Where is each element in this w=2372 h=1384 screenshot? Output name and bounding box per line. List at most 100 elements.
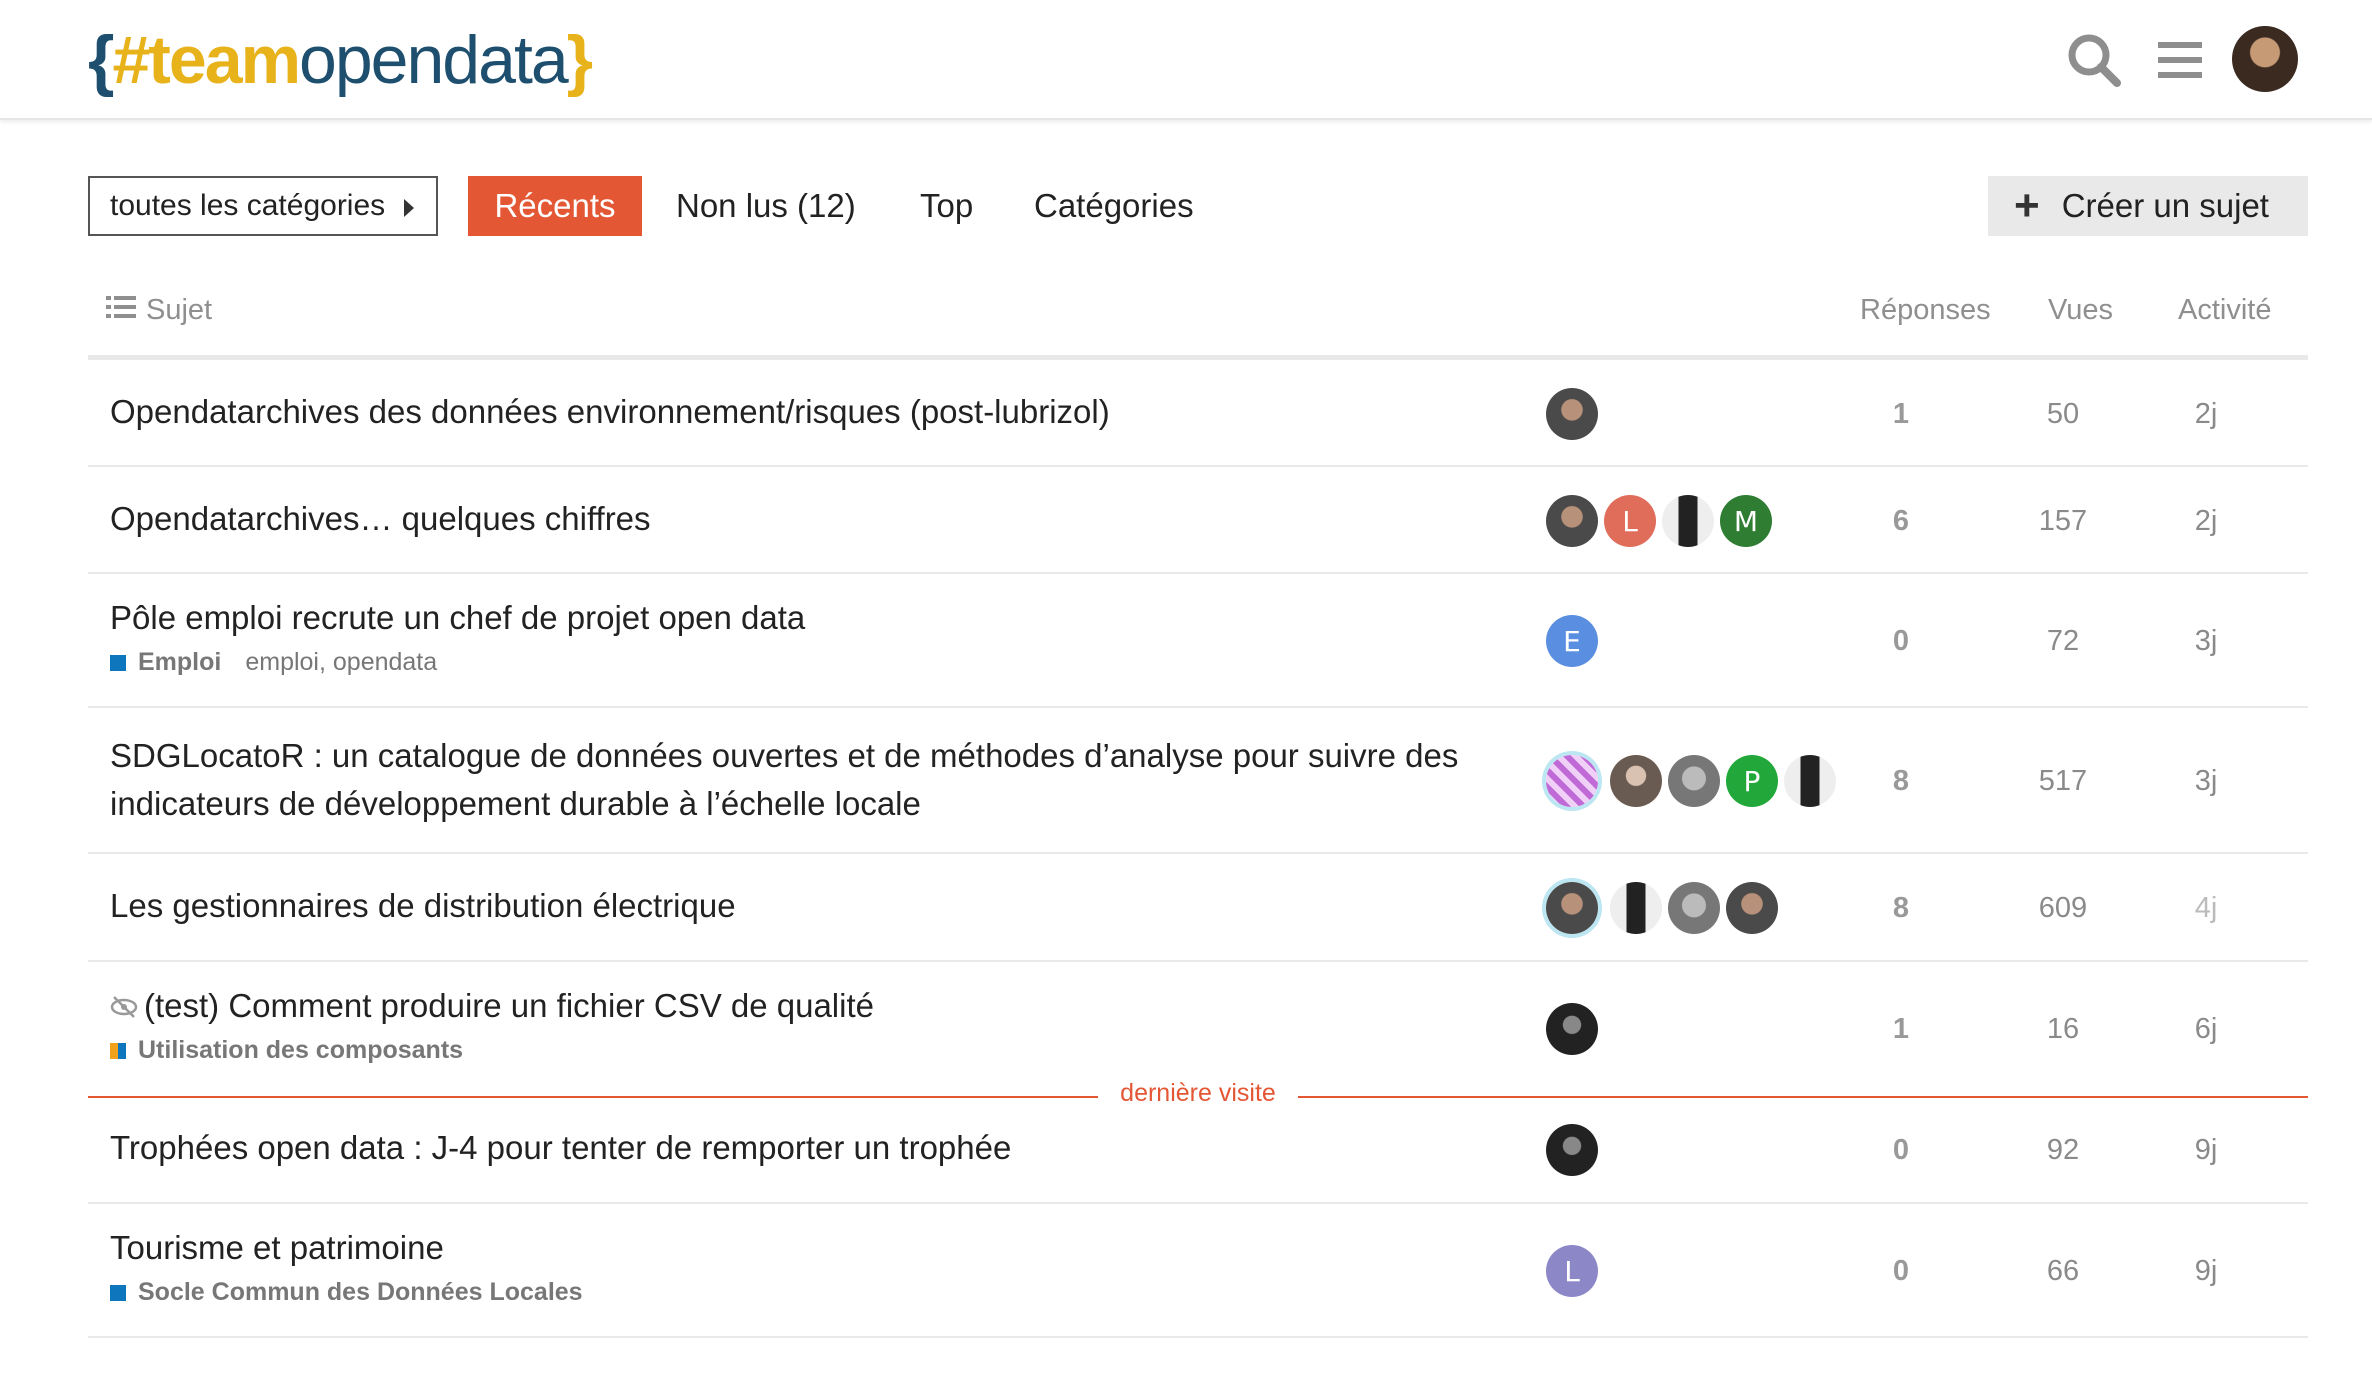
logo-brace-close: }	[566, 22, 594, 98]
poster-avatar[interactable]	[1546, 495, 1598, 547]
topic-meta: Utilisation des composants	[110, 1036, 487, 1065]
poster-avatar[interactable]	[1546, 1003, 1598, 1055]
topic-title[interactable]: Opendatarchives des données environnemen…	[110, 388, 1110, 436]
topic-replies: 6	[1892, 505, 1910, 537]
topic-posters	[1546, 388, 1604, 440]
poster-avatar[interactable]: P	[1726, 755, 1778, 807]
category-link[interactable]: Utilisation des composants	[138, 1036, 463, 1065]
poster-avatar[interactable]	[1726, 882, 1778, 934]
topic-row[interactable]: Trophées open data : J-4 pour tenter de …	[88, 1096, 2308, 1204]
topic-meta: Socle Commun des Données Locales	[110, 1278, 607, 1307]
logo-hash-team: #team	[112, 22, 301, 98]
unlisted-eye-slash-icon	[110, 984, 138, 1032]
topic-title[interactable]: Les gestionnaires de distribution électr…	[110, 882, 736, 930]
logo-opendata: opendata	[299, 22, 569, 98]
site-logo[interactable]: {#team opendata}	[88, 16, 594, 104]
poster-avatar[interactable]	[1610, 882, 1662, 934]
poster-avatar[interactable]: L	[1546, 1245, 1598, 1297]
topic-posters: L	[1546, 1245, 1604, 1297]
topic-replies: 0	[1892, 1134, 1910, 1166]
column-header-subject[interactable]: Sujet	[106, 294, 212, 327]
topic-title-line1: SDGLocatoR : un catalogue de données ouv…	[110, 737, 1459, 774]
create-topic-button[interactable]: + Créer un sujet	[1988, 176, 2308, 236]
topic-replies: 0	[1892, 625, 1910, 657]
topic-activity[interactable]: 9j	[2146, 1134, 2266, 1167]
topic-title[interactable]: SDGLocatoR : un catalogue de données ouv…	[110, 732, 1458, 828]
topic-activity[interactable]: 3j	[2146, 625, 2266, 658]
topic-meta: Emploi emploi, opendata	[110, 648, 437, 677]
site-header: {#team opendata}	[0, 0, 2372, 120]
poster-avatar[interactable]	[1546, 388, 1598, 440]
topic-activity[interactable]: 2j	[2146, 505, 2266, 538]
topic-views: 92	[2046, 1134, 2080, 1166]
create-topic-label: Créer un sujet	[2061, 187, 2269, 224]
poster-avatar[interactable]	[1668, 755, 1720, 807]
hamburger-menu-icon[interactable]	[2148, 28, 2212, 92]
topic-activity[interactable]: 4j	[2146, 892, 2266, 925]
topic-list-nav: toutes les catégories Récents Non lus (1…	[88, 176, 2308, 236]
column-header-activity[interactable]: Activité	[2178, 294, 2271, 327]
topic-activity[interactable]: 6j	[2146, 1013, 2266, 1046]
poster-avatar[interactable]	[1784, 755, 1836, 807]
topic-title[interactable]: Pôle emploi recrute un chef de projet op…	[110, 594, 805, 642]
topic-posters	[1546, 1124, 1604, 1176]
topic-row[interactable]: Les gestionnaires de distribution électr…	[88, 854, 2308, 962]
category-dropdown[interactable]: toutes les catégories	[88, 176, 438, 236]
topic-row[interactable]: Pôle emploi recrute un chef de projet op…	[88, 574, 2308, 708]
topic-title-text: (test) Comment produire un fichier CSV d…	[144, 987, 874, 1024]
topic-activity[interactable]: 3j	[2146, 765, 2266, 798]
topic-title-line2: indicateurs de développement durable à l…	[110, 785, 921, 822]
user-avatar[interactable]	[2232, 26, 2298, 92]
topic-views: 66	[2046, 1255, 2080, 1287]
search-icon[interactable]	[2062, 28, 2126, 92]
logo-brace-open: {	[88, 22, 115, 98]
topic-views: 16	[2046, 1013, 2080, 1045]
poster-avatar[interactable]: M	[1720, 495, 1772, 547]
column-header-views[interactable]: Vues	[2048, 294, 2113, 327]
topic-row[interactable]: Opendatarchives… quelques chiffres L M 6…	[88, 467, 2308, 574]
category-dropdown-label: toutes les catégories	[110, 189, 386, 222]
topic-tags[interactable]: emploi, opendata	[245, 648, 437, 677]
poster-avatar[interactable]	[1610, 755, 1662, 807]
column-header-replies[interactable]: Réponses	[1860, 294, 1991, 327]
topic-views: 517	[2038, 765, 2088, 797]
topic-views: 50	[2046, 398, 2080, 430]
topic-views: 72	[2046, 625, 2080, 657]
topic-title[interactable]: (test) Comment produire un fichier CSV d…	[110, 982, 874, 1032]
poster-avatar[interactable]	[1546, 755, 1598, 807]
poster-avatar[interactable]	[1668, 882, 1720, 934]
poster-avatar[interactable]	[1546, 1124, 1598, 1176]
list-icon	[106, 294, 136, 327]
topic-replies: 1	[1892, 398, 1910, 430]
topic-list-header: Sujet Réponses Vues Activité	[88, 280, 2308, 360]
tab-unread[interactable]: Non lus (12)	[676, 176, 856, 236]
topic-posters: E	[1546, 615, 1604, 667]
topic-title[interactable]: Trophées open data : J-4 pour tenter de …	[110, 1124, 1011, 1172]
tab-categories[interactable]: Catégories	[1034, 176, 1194, 236]
topic-row[interactable]: (test) Comment produire un fichier CSV d…	[88, 962, 2308, 1096]
tab-recents[interactable]: Récents	[468, 176, 642, 236]
topic-activity[interactable]: 2j	[2146, 398, 2266, 431]
topic-row[interactable]: SDGLocatoR : un catalogue de données ouv…	[88, 708, 2308, 854]
topic-title[interactable]: Tourisme et patrimoine	[110, 1224, 444, 1272]
topic-title[interactable]: Opendatarchives… quelques chiffres	[110, 495, 651, 543]
topic-row[interactable]: Tourisme et patrimoine Socle Commun des …	[88, 1204, 2308, 1338]
topic-posters	[1546, 882, 1784, 934]
poster-avatar[interactable]: L	[1604, 495, 1656, 547]
poster-avatar[interactable]: E	[1546, 615, 1598, 667]
topic-activity[interactable]: 9j	[2146, 1255, 2266, 1288]
topic-posters: L M	[1546, 495, 1778, 547]
category-link[interactable]: Socle Commun des Données Locales	[138, 1278, 583, 1307]
topic-replies: 8	[1892, 765, 1910, 797]
topic-replies: 0	[1892, 1255, 1910, 1287]
topic-list: Sujet Réponses Vues Activité Opendatarch…	[88, 280, 2308, 1338]
poster-avatar[interactable]	[1662, 495, 1714, 547]
category-badge-icon	[110, 1042, 126, 1059]
caret-right-icon	[404, 199, 414, 217]
tab-top[interactable]: Top	[920, 176, 973, 236]
category-badge-icon	[110, 654, 126, 671]
topic-views: 609	[2038, 892, 2088, 924]
poster-avatar[interactable]	[1546, 882, 1598, 934]
category-link[interactable]: Emploi	[138, 648, 221, 677]
topic-row[interactable]: Opendatarchives des données environnemen…	[88, 360, 2308, 467]
